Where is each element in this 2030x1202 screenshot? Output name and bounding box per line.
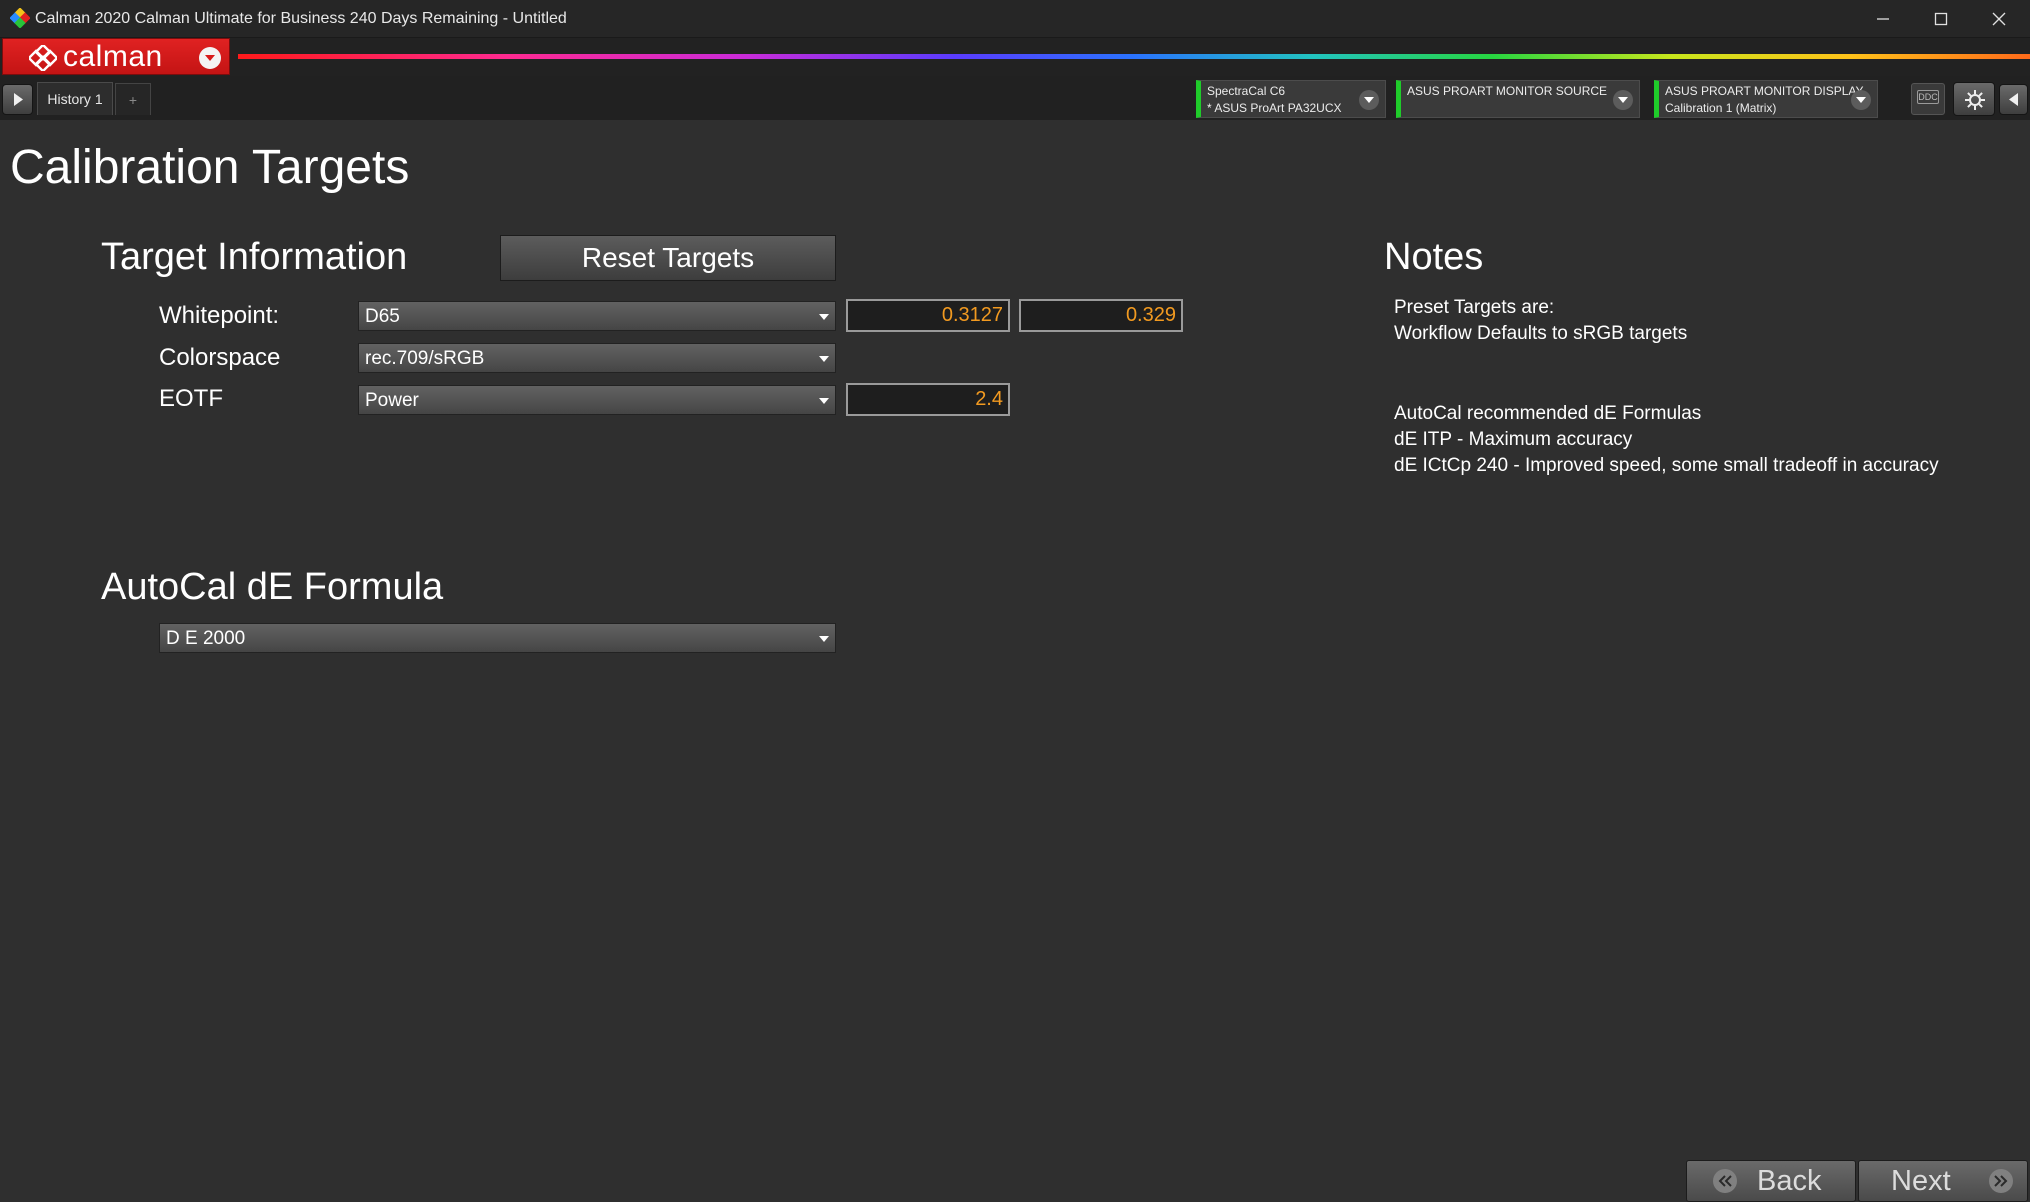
- eotf-gamma-input[interactable]: 2.4: [846, 383, 1010, 416]
- maximize-button[interactable]: [1912, 0, 1970, 38]
- window-title: Calman 2020 Calman Ultimate for Business…: [35, 10, 567, 27]
- colorspace-select[interactable]: rec.709/sRGB: [358, 343, 836, 373]
- rainbow-stripe: [238, 54, 2030, 59]
- settings-button[interactable]: [1953, 82, 1995, 116]
- double-chevron-right-icon: [1989, 1169, 2013, 1193]
- colorspace-value: rec.709/sRGB: [365, 348, 485, 369]
- maximize-icon: [1934, 12, 1948, 26]
- whitepoint-y-input[interactable]: 0.329: [1019, 299, 1183, 332]
- tab-bar: History 1 + SpectraCal C6 * ASUS ProArt …: [0, 76, 2030, 120]
- dropdown-arrow-icon: [819, 356, 829, 362]
- expand-panel-button[interactable]: [2, 84, 33, 115]
- back-button[interactable]: Back: [1686, 1160, 1856, 1202]
- target-information-heading: Target Information: [101, 236, 408, 278]
- page-title: Calibration Targets: [10, 141, 410, 194]
- arrow-left-icon: [2009, 93, 2018, 106]
- source-device-selector[interactable]: ASUS PROART MONITOR SOURCE: [1396, 80, 1640, 118]
- whitepoint-select[interactable]: D65: [358, 301, 836, 331]
- play-arrow-icon: [14, 93, 23, 106]
- tab-history-1[interactable]: History 1: [37, 82, 113, 115]
- device-detail: * ASUS ProArt PA32UCX: [1207, 101, 1342, 115]
- close-button[interactable]: [1970, 0, 2028, 38]
- calman-menu-button[interactable]: calman: [2, 38, 230, 75]
- dropdown-arrow-icon: [819, 636, 829, 642]
- chevron-down-icon[interactable]: [1613, 90, 1633, 110]
- add-tab-button[interactable]: +: [115, 83, 151, 115]
- notes-line: dE ITP - Maximum accuracy: [1394, 429, 1633, 450]
- colorspace-label: Colorspace: [159, 344, 281, 371]
- notes-line: AutoCal recommended dE Formulas: [1394, 403, 1702, 424]
- whitepoint-x-input[interactable]: 0.3127: [846, 299, 1010, 332]
- dropdown-arrow-icon: [819, 314, 829, 320]
- next-label: Next: [1891, 1165, 1951, 1197]
- chevron-down-icon[interactable]: [1359, 90, 1379, 110]
- calman-logo-icon: [27, 43, 59, 73]
- autocal-de-formula-value: D E 2000: [166, 628, 246, 649]
- close-icon: [1992, 12, 2006, 26]
- whitepoint-value: D65: [365, 306, 400, 327]
- title-bar: Calman 2020 Calman Ultimate for Business…: [0, 0, 2030, 38]
- display-device-selector[interactable]: ASUS PROART MONITOR DISPLAY Calibration …: [1654, 80, 1878, 118]
- ddc-button[interactable]: DDC: [1911, 83, 1945, 115]
- whitepoint-label: Whitepoint:: [159, 302, 280, 329]
- eotf-select[interactable]: Power: [358, 385, 836, 415]
- eotf-label: EOTF: [159, 385, 223, 412]
- notes-line: Workflow Defaults to sRGB targets: [1394, 323, 1688, 344]
- back-label: Back: [1757, 1165, 1822, 1197]
- dropdown-arrow-icon: [819, 398, 829, 404]
- notes-line: Preset Targets are:: [1394, 297, 1555, 318]
- monitor-ddc-icon: DDC: [1917, 90, 1939, 104]
- device-name: ASUS PROART MONITOR SOURCE: [1407, 84, 1608, 98]
- brand-bar: calman: [0, 38, 2030, 76]
- calman-logo-text: calman: [63, 40, 163, 73]
- chevron-down-icon[interactable]: [1851, 90, 1871, 110]
- gear-icon: [1965, 90, 1985, 110]
- next-button[interactable]: Next: [1858, 1160, 2028, 1202]
- autocal-de-formula-heading: AutoCal dE Formula: [101, 566, 444, 608]
- minimize-button[interactable]: [1854, 0, 1912, 38]
- device-name: SpectraCal C6: [1207, 84, 1286, 98]
- device-name: ASUS PROART MONITOR DISPLAY: [1665, 84, 1864, 98]
- minimize-icon: [1877, 18, 1889, 20]
- notes-heading: Notes: [1384, 236, 1484, 278]
- autocal-de-formula-select[interactable]: D E 2000: [159, 623, 836, 653]
- calman-menu-dropdown-icon[interactable]: [199, 47, 221, 69]
- meter-device-selector[interactable]: SpectraCal C6 * ASUS ProArt PA32UCX: [1196, 80, 1386, 118]
- device-detail: Calibration 1 (Matrix): [1665, 101, 1777, 115]
- reset-targets-button[interactable]: Reset Targets: [500, 235, 836, 281]
- eotf-value: Power: [365, 390, 419, 411]
- calman-app-icon: [9, 7, 31, 29]
- notes-line: dE ICtCp 240 - Improved speed, some smal…: [1394, 455, 1939, 476]
- app-window: Calman 2020 Calman Ultimate for Business…: [0, 0, 2030, 1202]
- collapse-panel-button[interactable]: [1999, 84, 2028, 115]
- double-chevron-left-icon: [1713, 1169, 1737, 1193]
